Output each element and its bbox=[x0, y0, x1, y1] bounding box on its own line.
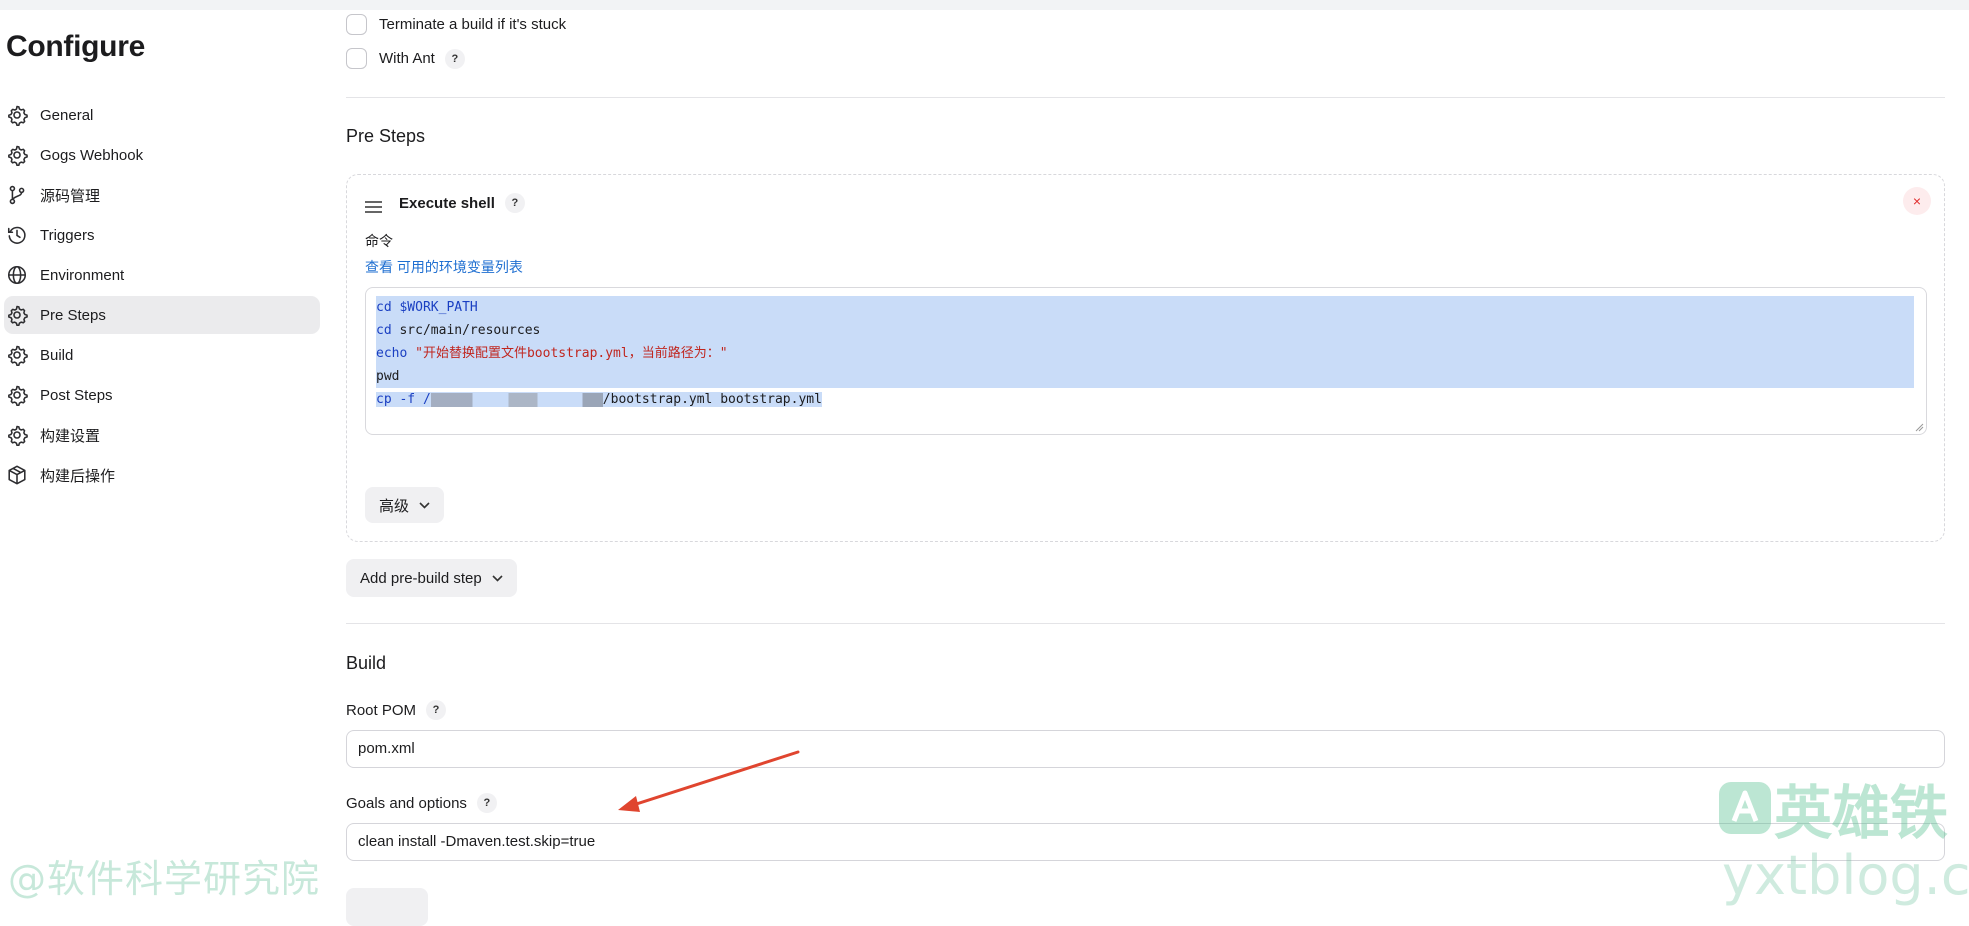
help-icon[interactable]: ? bbox=[476, 793, 497, 813]
watermark-right: 英雄铁 yxtblog.com bbox=[1716, 766, 1969, 907]
sidebar-item-gogs-webhook[interactable]: Gogs Webhook bbox=[4, 136, 320, 174]
advanced-label: 高级 bbox=[379, 497, 410, 515]
watermark-left: @软件科学研究院 bbox=[8, 857, 321, 901]
code-content: cd $WORK_PATH cd src/main/resources echo… bbox=[376, 296, 1914, 411]
watermark-cn: 英雄铁 bbox=[1774, 781, 1949, 846]
resize-handle-icon[interactable] bbox=[1915, 423, 1924, 432]
sidebar-nav: General Gogs Webhook 源码管理 Triggers Envir… bbox=[4, 96, 320, 496]
with-ant-checkbox[interactable] bbox=[346, 48, 367, 69]
goals-label-row: Goals and options ? bbox=[346, 793, 497, 813]
env-vars-hint: 查看 可用的环境变量列表 bbox=[365, 257, 523, 277]
with-ant-option: With Ant ? bbox=[346, 48, 465, 69]
sidebar-item-label: Post Steps bbox=[40, 386, 113, 404]
chevron-down-icon bbox=[419, 501, 430, 509]
help-icon[interactable]: ? bbox=[426, 700, 447, 720]
sidebar-item-label: Triggers bbox=[40, 226, 95, 244]
close-button[interactable]: × bbox=[1903, 187, 1931, 215]
gear-icon bbox=[8, 105, 28, 126]
gear-icon bbox=[8, 145, 28, 166]
cube-icon bbox=[8, 465, 26, 485]
globe-icon bbox=[7, 265, 27, 285]
sidebar-item-build-settings[interactable]: 构建设置 bbox=[4, 416, 320, 454]
sidebar-item-source-control[interactable]: 源码管理 bbox=[4, 176, 320, 214]
code-line: cp -f //bootstrap.yml bootstrap.yml bbox=[376, 392, 822, 407]
gear-icon bbox=[8, 385, 28, 406]
terminate-option: Terminate a build if it's stuck bbox=[346, 14, 566, 35]
section-title-build: Build bbox=[346, 653, 387, 673]
sidebar-item-pre-steps[interactable]: Pre Steps bbox=[4, 296, 320, 334]
add-pre-build-step-label: Add pre-build step bbox=[360, 569, 482, 587]
divider bbox=[346, 97, 1945, 98]
code-line: echo "开始替换配置文件bootstrap.yml，当前路径为：" bbox=[376, 342, 1914, 365]
gear-icon bbox=[8, 305, 28, 326]
page-title: Configure bbox=[6, 30, 145, 63]
git-branch-icon bbox=[9, 185, 25, 205]
help-icon[interactable]: ? bbox=[444, 48, 465, 69]
command-label: 命令 bbox=[365, 233, 393, 249]
chevron-down-icon bbox=[492, 574, 503, 582]
next-advanced-button[interactable] bbox=[346, 888, 428, 926]
divider bbox=[346, 623, 1945, 624]
sidebar-item-post-build-actions[interactable]: 构建后操作 bbox=[4, 456, 320, 494]
watermark-logo: 英雄铁 bbox=[1716, 766, 1969, 850]
sidebar-item-post-steps[interactable]: Post Steps bbox=[4, 376, 320, 414]
section-title-pre-steps: Pre Steps bbox=[346, 126, 426, 146]
root-pom-label-row: Root POM ? bbox=[346, 700, 447, 720]
step-header: Execute shell ? bbox=[399, 193, 525, 213]
gear-icon bbox=[8, 345, 28, 366]
code-line: cd $WORK_PATH bbox=[376, 296, 1914, 319]
add-pre-build-step-button[interactable]: Add pre-build step bbox=[346, 559, 517, 597]
sidebar-item-build[interactable]: Build bbox=[4, 336, 320, 374]
clock-icon bbox=[7, 226, 26, 244]
sidebar-item-label: Gogs Webhook bbox=[40, 146, 144, 164]
execute-shell-step: Execute shell ? × 命令 查看 可用的环境变量列表 cd $WO… bbox=[346, 174, 1945, 542]
sidebar-item-environment[interactable]: Environment bbox=[4, 256, 320, 294]
env-vars-link[interactable]: 可用的环境变量列表 bbox=[397, 259, 523, 275]
main-content: Terminate a build if it's stuck With Ant… bbox=[346, 0, 1946, 926]
gear-icon bbox=[8, 425, 28, 446]
command-editor[interactable]: cd $WORK_PATH cd src/main/resources echo… bbox=[365, 287, 1927, 435]
annotation-arrow bbox=[618, 750, 800, 812]
code-line: cd src/main/resources bbox=[376, 319, 1914, 342]
sidebar: Configure General Gogs Webhook 源码管理 Trig… bbox=[0, 0, 330, 900]
goals-label: Goals and options bbox=[346, 794, 467, 812]
redacted-path bbox=[430, 392, 603, 407]
goals-input[interactable]: clean install -Dmaven.test.skip=true bbox=[346, 823, 1945, 861]
sidebar-item-general[interactable]: General bbox=[4, 96, 320, 134]
root-pom-label: Root POM bbox=[346, 701, 417, 719]
sidebar-item-triggers[interactable]: Triggers bbox=[4, 216, 320, 254]
sidebar-item-label: Environment bbox=[40, 266, 125, 284]
sidebar-item-label: 构建后操作 bbox=[40, 467, 116, 485]
root-pom-input[interactable]: pom.xml bbox=[346, 730, 1945, 768]
code-line: pwd bbox=[376, 365, 1914, 388]
step-title: Execute shell bbox=[399, 194, 495, 212]
env-vars-prefix: 查看 bbox=[365, 259, 393, 275]
advanced-button[interactable]: 高级 bbox=[365, 487, 445, 523]
with-ant-label: With Ant bbox=[379, 50, 435, 67]
sidebar-item-label: Pre Steps bbox=[40, 306, 106, 324]
sidebar-item-label: 源码管理 bbox=[40, 187, 101, 205]
sidebar-item-label: General bbox=[40, 106, 94, 124]
terminate-checkbox[interactable] bbox=[346, 14, 367, 35]
terminate-label: Terminate a build if it's stuck bbox=[379, 16, 567, 33]
watermark-url: yxtblog.com bbox=[1722, 844, 1969, 907]
sidebar-item-label: 构建设置 bbox=[40, 427, 101, 445]
drag-handle-icon[interactable] bbox=[365, 200, 382, 214]
help-icon[interactable]: ? bbox=[504, 193, 525, 213]
logo-icon bbox=[1719, 782, 1771, 834]
sidebar-item-label: Build bbox=[40, 346, 74, 364]
